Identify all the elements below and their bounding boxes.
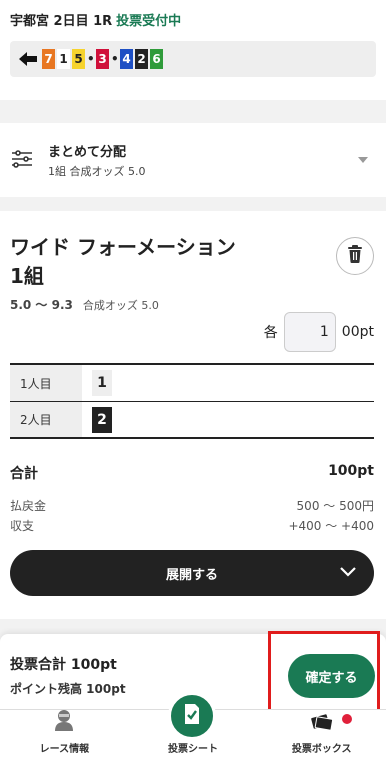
bet-count: 1組 [10,264,44,288]
each-label: 各 [263,325,278,341]
race-status: 投票受付中 [116,14,182,29]
sliders-icon [10,147,36,173]
distribute-text: まとめて分配 1組 合成オッズ 5.0 [48,141,358,179]
balance-label: 収支 [10,519,35,533]
bet-type: ワイド フォーメーション [10,235,236,259]
distribute-subtitle: 1組 合成オッズ 5.0 [48,165,146,178]
nav-vote-box-label: 投票ボックス [291,744,352,755]
tickets-icon [310,711,334,734]
distribute-together-row[interactable]: まとめて分配 1組 合成オッズ 5.0 [0,123,386,197]
arrow-left-icon[interactable] [16,49,40,69]
composite-odds: 合成オッズ 5.0 [82,299,159,312]
selection-row: 1人目 1 [10,365,374,401]
racer-number-chip: 1 [57,49,70,69]
racer-number-chip: 6 [150,49,163,69]
race-name: 宇都宮 2日目 1R [10,14,113,29]
highlight-box [268,631,380,714]
totals: 合計 100pt 払戻金 500 〜 500円 収支 +400 〜 +400 [10,463,374,536]
nav-race-info-label: レース情報 [39,744,90,755]
caret-down-icon[interactable] [358,157,368,163]
balance-row: 収支 +400 〜 +400 [10,516,374,536]
total-row: 合計 100pt [10,463,374,483]
racer-number-chip: 3 [96,49,109,69]
selection-row: 2人目 2 [10,401,374,437]
selection-number: 1 [92,370,112,396]
race-header: 宇都宮 2日目 1R 投票受付中 7 1 5 • 3 • 4 2 6 [0,0,386,100]
total-label: 合計 [10,466,38,482]
delete-button[interactable] [336,237,374,275]
sheet-check-icon [182,703,202,729]
racer-number-chip: 2 [135,49,148,69]
chevron-down-icon [340,565,356,580]
trash-icon [347,245,363,267]
nav-vote-box[interactable]: 投票ボックス [257,710,386,764]
expand-button[interactable]: 展開する [10,550,374,596]
group-separator: • [87,52,95,66]
payout-label: 払戻金 [10,499,47,513]
expand-label: 展開する [165,566,218,582]
amount-input[interactable] [283,312,336,352]
notification-badge [342,714,353,724]
total-value: 100pt [328,463,374,479]
nav-vote-sheet-label: 投票シート [168,744,218,755]
racer-number-chip: 5 [72,49,85,69]
amount-row: 各 00pt [264,312,374,352]
selection-number: 2 [92,406,112,433]
bet-title: ワイド フォーメーション 1組 [10,211,376,291]
bet-card: ワイド フォーメーション 1組 5.0 〜 9.3 合成オッズ 5.0 各 00… [0,211,386,619]
selection-label: 1人目 [10,365,82,401]
selection-table: 1人目 1 2人目 2 [10,363,374,439]
distribute-title: まとめて分配 [48,145,127,160]
odds-range: 5.0 〜 9.3 [10,298,73,312]
selection-label: 2人目 [10,402,82,437]
nav-race-info[interactable]: レース情報 [0,710,129,764]
racer-number-chip: 7 [42,49,55,69]
payout-row: 払戻金 500 〜 500円 [10,496,374,516]
racer-number-chip: 4 [120,49,133,69]
racer-icon [53,709,75,734]
vote-sheet-fab[interactable] [168,692,216,740]
finish-order-bar: 7 1 5 • 3 • 4 2 6 [10,41,376,77]
amount-unit: 00pt [341,324,374,340]
group-separator: • [111,52,119,66]
odds-line: 5.0 〜 9.3 合成オッズ 5.0 [10,296,376,313]
balance-value: +400 〜 +400 [288,519,374,533]
payout-value: 500 〜 500円 [296,499,374,513]
race-line: 宇都宮 2日目 1R 投票受付中 [10,10,376,29]
